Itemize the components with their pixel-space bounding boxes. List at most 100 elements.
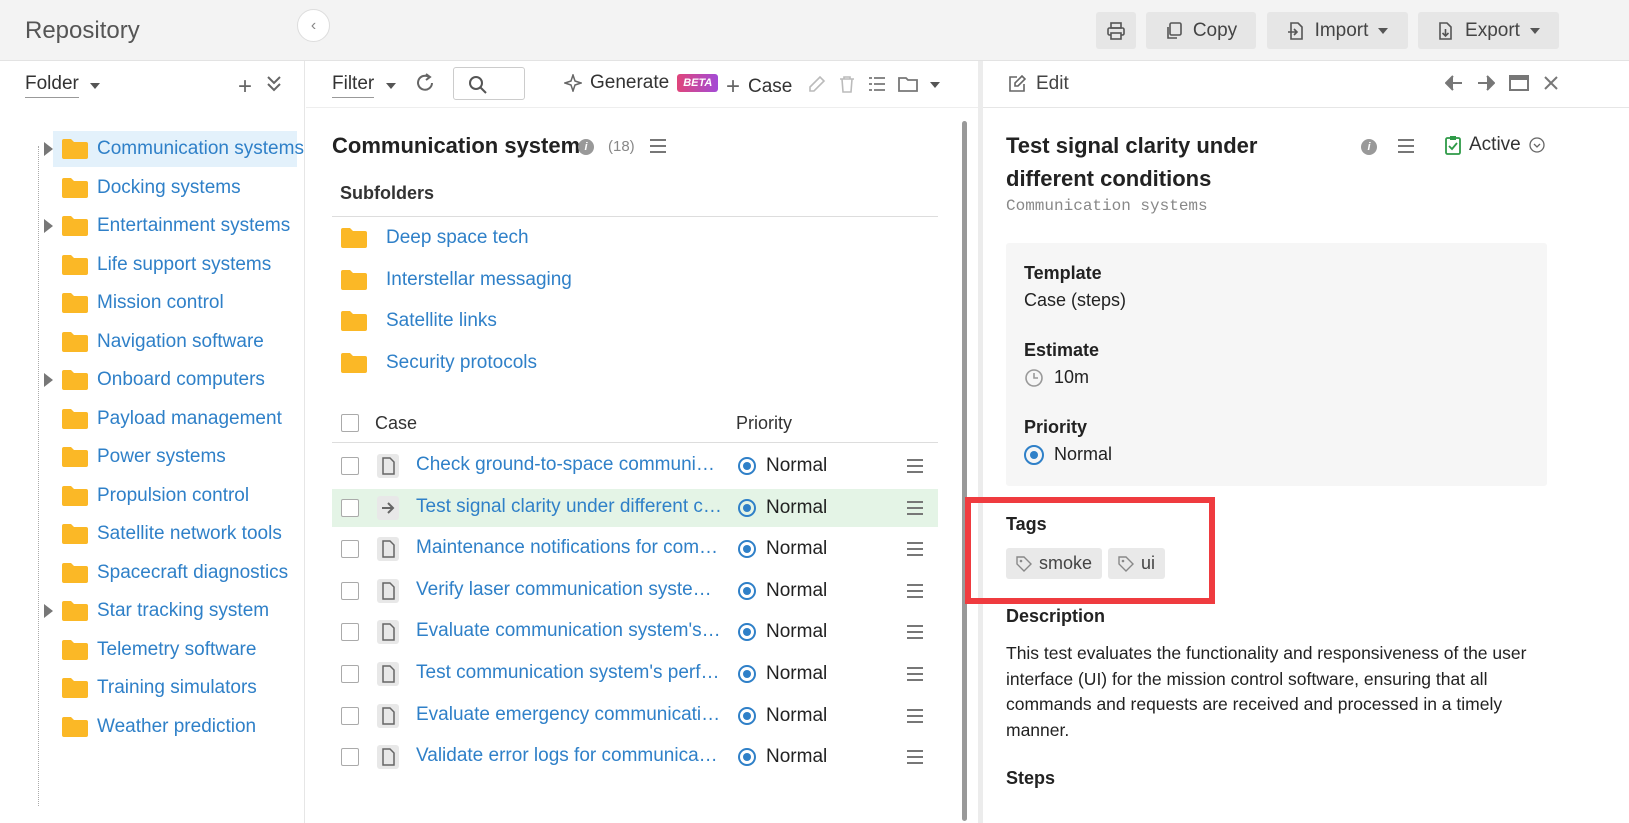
row-menu-icon[interactable] [907, 500, 923, 515]
table-row[interactable]: Verify laser communication system effici… [332, 572, 938, 610]
steps-label: Steps [1006, 768, 1056, 788]
row-menu-icon[interactable] [907, 708, 923, 723]
edit-button[interactable]: Edit [1008, 73, 1069, 95]
row-menu-icon[interactable] [907, 583, 923, 598]
menu-icon[interactable] [1398, 139, 1414, 153]
tree-folder-item[interactable]: Power systems [53, 439, 297, 475]
folder-outline-icon[interactable] [898, 75, 918, 93]
status-dropdown[interactable]: Active [1445, 134, 1545, 156]
scrollbar-thumb[interactable] [962, 121, 967, 821]
expand-all-icon[interactable] [266, 75, 282, 93]
add-case-button[interactable]: + Case [726, 73, 792, 101]
tree-folder-item[interactable]: Mission control [53, 285, 297, 321]
row-menu-icon[interactable] [907, 625, 923, 640]
row-checkbox[interactable] [341, 498, 359, 517]
row-checkbox[interactable] [341, 540, 359, 559]
case-title-link[interactable]: Verify laser communication system effici… [416, 579, 722, 601]
table-row[interactable]: Check ground-to-space communication Norma… [332, 447, 938, 485]
row-menu-icon[interactable] [907, 542, 923, 557]
menu-icon[interactable] [650, 139, 666, 153]
case-title-link[interactable]: Test communication system's performance [416, 662, 722, 684]
table-row[interactable]: Test communication system's performance N… [332, 655, 938, 693]
add-folder-icon[interactable]: + [238, 73, 252, 101]
info-icon[interactable]: i [578, 139, 594, 155]
case-title-link[interactable]: Validate error logs for communication [416, 745, 722, 767]
maximize-icon[interactable] [1509, 75, 1529, 91]
column-header-case[interactable]: Case [375, 413, 417, 434]
tree-folder-item[interactable]: Communication systems [53, 131, 304, 167]
chevron-down-icon[interactable] [930, 82, 940, 88]
row-menu-icon[interactable] [907, 459, 923, 473]
collapse-pane-button[interactable]: ‹ [297, 9, 330, 42]
tree-folder-item[interactable]: Spacecraft diagnostics [53, 555, 297, 591]
case-title-link[interactable]: Test signal clarity under different cond… [416, 496, 722, 518]
scrollbar[interactable] [960, 111, 968, 823]
tree-folder-item[interactable]: Telemetry software [53, 632, 297, 668]
folder-tree-pane: Folder + Communication systems Docking sy… [0, 61, 305, 823]
case-title-link[interactable]: Check ground-to-space communication [416, 454, 722, 476]
tree-folder-item[interactable]: Life support systems [53, 247, 297, 283]
edit-icon[interactable] [808, 75, 826, 93]
tree-folder-item[interactable]: Weather prediction [53, 709, 297, 745]
row-menu-icon[interactable] [907, 750, 923, 765]
search-input[interactable] [453, 67, 525, 100]
table-row[interactable]: Maintenance notifications for communicat… [332, 530, 938, 568]
chevron-down-icon[interactable] [90, 83, 100, 89]
case-priority: Normal [766, 704, 828, 726]
arrow-left-icon[interactable] [1445, 75, 1463, 91]
tree-folder-item[interactable]: Payload management [53, 401, 297, 437]
refresh-icon[interactable] [414, 72, 436, 94]
tree-folder-item[interactable]: Propulsion control [53, 478, 297, 514]
subfolder-item[interactable]: Deep space tech [340, 227, 529, 249]
column-header-priority[interactable]: Priority [736, 413, 792, 434]
expand-arrow-icon[interactable] [44, 373, 53, 387]
table-row[interactable]: Evaluate communication system's response… [332, 613, 938, 651]
subfolder-item[interactable]: Satellite links [340, 310, 497, 332]
generate-button[interactable]: Generate BETA [564, 72, 719, 94]
table-row[interactable]: Test signal clarity under different cond… [332, 488, 938, 527]
row-checkbox[interactable] [341, 623, 359, 642]
subfolder-item[interactable]: Interstellar messaging [340, 269, 572, 291]
list-icon[interactable] [868, 75, 886, 93]
trash-icon[interactable] [838, 75, 856, 93]
row-checkbox[interactable] [341, 748, 359, 767]
case-title-link[interactable]: Evaluate emergency communication protoco… [416, 704, 722, 726]
table-row[interactable]: Validate error logs for communication Nor… [332, 738, 938, 776]
close-icon[interactable] [1543, 75, 1559, 91]
case-title-link[interactable]: Evaluate communication system's response [416, 620, 722, 642]
folder-dropdown[interactable]: Folder [25, 73, 79, 98]
arrow-right-icon[interactable] [1477, 75, 1495, 91]
table-row[interactable]: Evaluate emergency communication protoco… [332, 697, 938, 735]
case-title-link[interactable]: Maintenance notifications for communicat… [416, 537, 722, 559]
row-checkbox[interactable] [341, 457, 359, 475]
subfolder-item[interactable]: Security protocols [340, 352, 537, 374]
tree-folder-item[interactable]: Star tracking system [53, 593, 297, 629]
chevron-left-icon: ‹ [310, 16, 317, 34]
row-menu-icon[interactable] [907, 667, 923, 681]
copy-button[interactable]: Copy [1146, 12, 1256, 49]
filter-dropdown[interactable]: Filter [332, 73, 375, 98]
export-button[interactable]: Export [1418, 12, 1559, 49]
tree-folder-item[interactable]: Navigation software [53, 324, 297, 360]
tree-folder-item[interactable]: Entertainment systems [53, 208, 297, 244]
expand-arrow-icon[interactable] [44, 604, 53, 618]
expand-arrow-icon[interactable] [44, 219, 53, 233]
document-icon [382, 457, 395, 475]
row-checkbox[interactable] [341, 706, 359, 725]
chevron-down-icon[interactable] [386, 83, 396, 89]
row-checkbox[interactable] [341, 665, 359, 683]
tree-folder-item[interactable]: Training simulators [53, 670, 297, 706]
tree-folder-label: Weather prediction [97, 715, 257, 737]
detail-nav [1445, 75, 1559, 91]
case-type-icon [377, 703, 399, 728]
tree-folder-item[interactable]: Docking systems [53, 170, 297, 206]
tree-folder-item[interactable]: Onboard computers [53, 362, 297, 398]
select-all-checkbox[interactable] [341, 414, 359, 432]
tree-folder-item[interactable]: Satellite network tools [53, 516, 297, 552]
expand-arrow-icon[interactable] [44, 142, 53, 156]
import-button[interactable]: Import [1267, 12, 1408, 49]
print-button[interactable] [1096, 12, 1136, 49]
tree-folder-label: Payload management [97, 407, 282, 429]
row-checkbox[interactable] [341, 581, 359, 600]
info-icon[interactable]: i [1361, 139, 1377, 155]
